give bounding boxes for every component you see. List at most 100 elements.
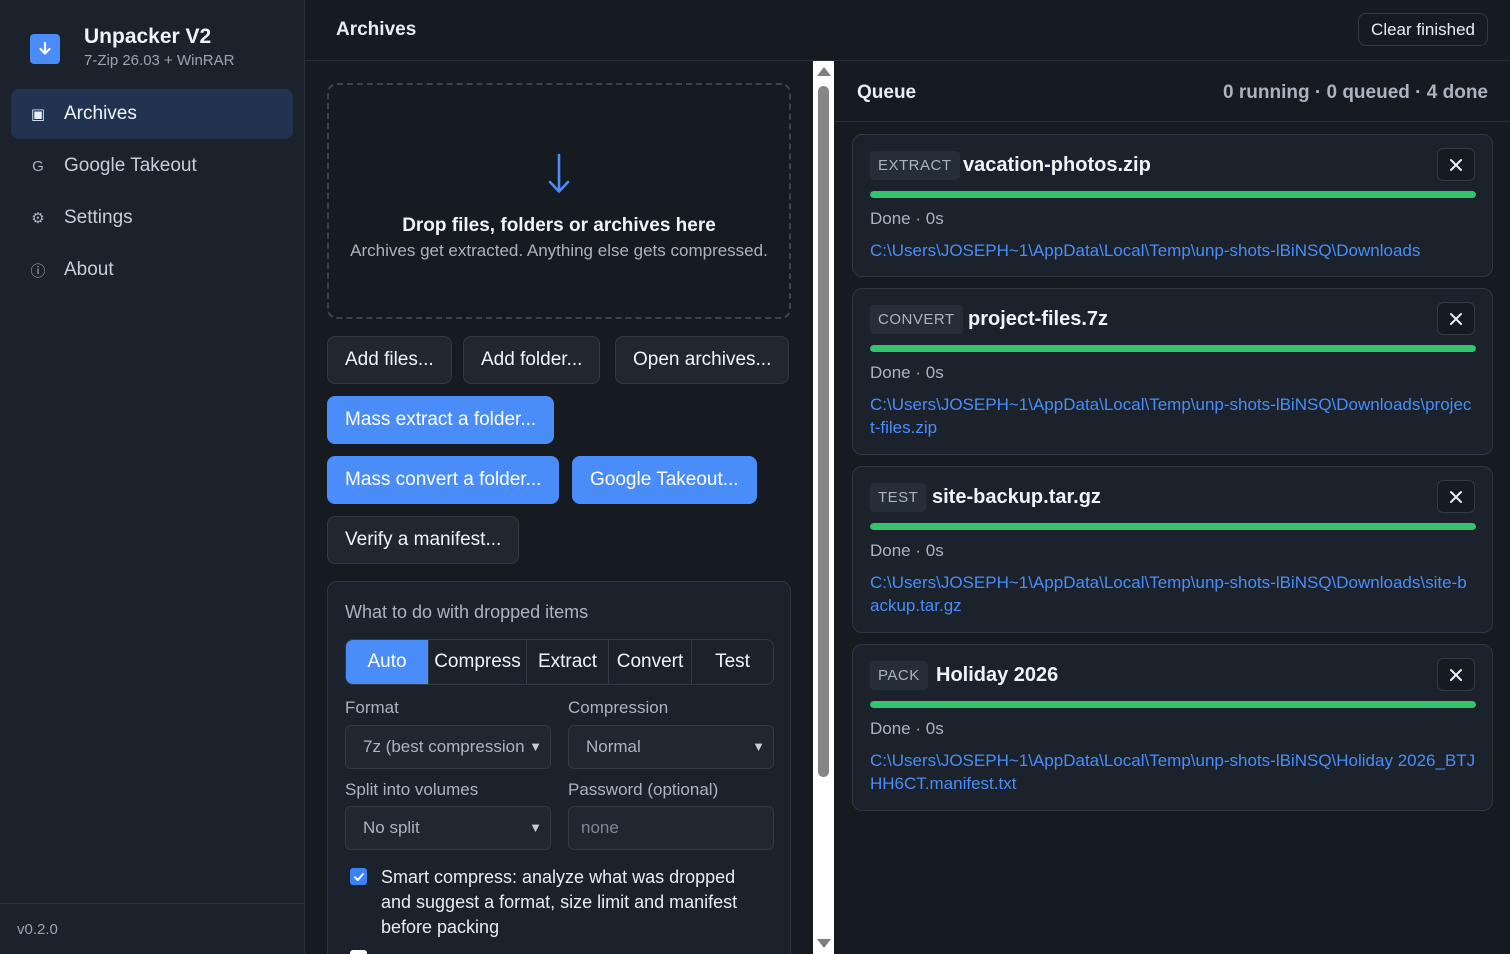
app-title: Unpacker V2 <box>84 25 212 48</box>
job-output-link[interactable]: C:\Users\JOSEPH~1\AppData\Local\Temp\unp… <box>870 749 1476 795</box>
left-panel-scrollbar[interactable] <box>813 61 834 954</box>
sidebar-item-label: Archives <box>64 103 137 124</box>
split-value: No split <box>363 818 420 837</box>
mass-extract-button[interactable]: Mass extract a folder... <box>327 396 555 444</box>
format-select[interactable]: 7z (best compression ▼ <box>345 725 551 769</box>
job-progress-fill <box>870 191 1476 198</box>
add-folder-button[interactable]: Add folder... <box>463 336 601 384</box>
sidebar-item-label: About <box>64 259 114 280</box>
mode-convert[interactable]: Convert <box>609 640 692 684</box>
smart-compress-label: Smart compress: analyze what was dropped… <box>381 867 738 937</box>
queue-job: CONVERT project-files.7z Done · 0s C:\Us… <box>852 288 1493 455</box>
job-type-badge: TEST <box>870 483 927 512</box>
compression-select[interactable]: Normal ▼ <box>568 725 774 769</box>
drop-zone-title: Drop files, folders or archives here <box>402 215 716 236</box>
mode-selector: Auto Compress Extract Convert Test <box>345 639 774 685</box>
job-name: Holiday 2026 <box>936 664 1059 686</box>
split-label: Split into volumes <box>345 780 479 799</box>
app-subtitle: 7-Zip 26.03 + WinRAR <box>84 52 235 69</box>
job-progress-fill <box>870 345 1476 352</box>
gear-icon: ⚙ <box>31 210 45 227</box>
job-progress-bar <box>870 345 1476 352</box>
close-icon <box>1450 490 1462 503</box>
mode-extract[interactable]: Extract <box>527 640 609 684</box>
job-progress-fill <box>870 701 1476 708</box>
drop-options-title: What to do with dropped items <box>345 602 589 622</box>
secondary-option-checkbox[interactable] <box>350 950 367 954</box>
arrow-down-icon <box>329 153 789 200</box>
smart-compress-checkbox[interactable] <box>350 868 367 885</box>
chevron-down-icon: ▼ <box>529 820 542 835</box>
close-icon <box>1450 668 1462 681</box>
verify-manifest-button[interactable]: Verify a manifest... <box>327 516 520 564</box>
queue-job: PACK Holiday 2026 Done · 0s C:\Users\JOS… <box>852 644 1493 811</box>
job-progress-bar <box>870 191 1476 198</box>
job-type-badge: PACK <box>870 661 928 690</box>
close-icon <box>1450 158 1462 171</box>
queue-job: EXTRACT vacation-photos.zip Done · 0s C:… <box>852 134 1493 277</box>
job-name: vacation-photos.zip <box>963 154 1151 176</box>
scroll-up-icon[interactable] <box>817 67 831 76</box>
remove-job-button[interactable] <box>1437 658 1475 691</box>
sidebar-item-about[interactable]: ⓘ About <box>11 245 293 295</box>
archive-icon: ▣ <box>30 106 46 123</box>
queue-header: Queue 0 running · 0 queued · 4 done <box>834 61 1510 122</box>
split-select[interactable]: No split ▼ <box>345 806 551 850</box>
job-type-badge: CONVERT <box>870 305 963 334</box>
format-label: Format <box>345 698 399 717</box>
job-status: Done · 0s <box>870 209 944 228</box>
queue-title: Queue <box>857 82 917 103</box>
sidebar-item-settings[interactable]: ⚙ Settings <box>11 193 293 243</box>
sidebar-nav: ▣ Archives G Google Takeout ⚙ Settings ⓘ… <box>11 89 293 297</box>
chevron-down-icon: ▼ <box>529 739 542 754</box>
job-progress-bar <box>870 701 1476 708</box>
download-icon <box>30 34 60 64</box>
queue-panel: Queue 0 running · 0 queued · 4 done EXTR… <box>834 61 1510 954</box>
drop-zone-subtitle: Archives get extracted. Anything else ge… <box>350 241 768 260</box>
archives-panel: Drop files, folders or archives here Arc… <box>305 61 813 954</box>
sidebar: Unpacker V2 7-Zip 26.03 + WinRAR ▣ Archi… <box>0 0 305 954</box>
mass-convert-button[interactable]: Mass convert a folder... <box>327 456 560 504</box>
close-icon <box>1450 312 1462 325</box>
google-takeout-button[interactable]: Google Takeout... <box>572 456 757 504</box>
queue-job: TEST site-backup.tar.gz Done · 0s C:\Use… <box>852 466 1493 633</box>
info-icon: ⓘ <box>30 262 46 280</box>
page-title: Archives <box>336 19 417 40</box>
sidebar-item-google-takeout[interactable]: G Google Takeout <box>11 141 293 191</box>
smart-compress-row: Smart compress: analyze what was dropped… <box>350 865 770 940</box>
format-value: 7z (best compression <box>363 737 525 756</box>
sidebar-item-archives[interactable]: ▣ Archives <box>11 89 293 139</box>
mode-compress[interactable]: Compress <box>429 640 527 684</box>
job-output-link[interactable]: C:\Users\JOSEPH~1\AppData\Local\Temp\unp… <box>870 571 1476 617</box>
remove-job-button[interactable] <box>1437 148 1475 181</box>
scrollbar-thumb[interactable] <box>818 86 829 777</box>
job-name: project-files.7z <box>968 308 1109 330</box>
job-progress-bar <box>870 523 1476 530</box>
job-progress-fill <box>870 523 1476 530</box>
open-archives-button[interactable]: Open archives... <box>615 336 790 384</box>
google-icon: G <box>32 157 44 175</box>
clear-finished-button[interactable]: Clear finished <box>1358 13 1488 46</box>
remove-job-button[interactable] <box>1437 302 1475 335</box>
queue-stats: 0 running · 0 queued · 4 done <box>1223 82 1488 103</box>
sidebar-item-label: Settings <box>64 207 133 228</box>
remove-job-button[interactable] <box>1437 480 1475 513</box>
page-header: Archives Clear finished <box>305 0 1510 61</box>
job-status: Done · 0s <box>870 541 944 560</box>
job-output-link[interactable]: C:\Users\JOSEPH~1\AppData\Local\Temp\unp… <box>870 393 1476 439</box>
job-type-badge: EXTRACT <box>870 151 960 180</box>
compression-value: Normal <box>586 737 641 756</box>
password-input[interactable]: none <box>568 806 774 850</box>
mode-auto[interactable]: Auto <box>346 640 429 684</box>
job-name: site-backup.tar.gz <box>932 486 1101 508</box>
job-output-link[interactable]: C:\Users\JOSEPH~1\AppData\Local\Temp\unp… <box>870 239 1476 262</box>
compression-label: Compression <box>568 698 669 717</box>
mode-test[interactable]: Test <box>692 640 773 684</box>
scroll-down-icon[interactable] <box>817 939 831 948</box>
job-status: Done · 0s <box>870 719 944 738</box>
job-status: Done · 0s <box>870 363 944 382</box>
add-files-button[interactable]: Add files... <box>327 336 452 384</box>
drop-options-card: What to do with dropped items Auto Compr… <box>327 581 791 954</box>
brand: Unpacker V2 7-Zip 26.03 + WinRAR <box>30 24 234 71</box>
drop-zone[interactable]: Drop files, folders or archives here Arc… <box>327 83 791 319</box>
